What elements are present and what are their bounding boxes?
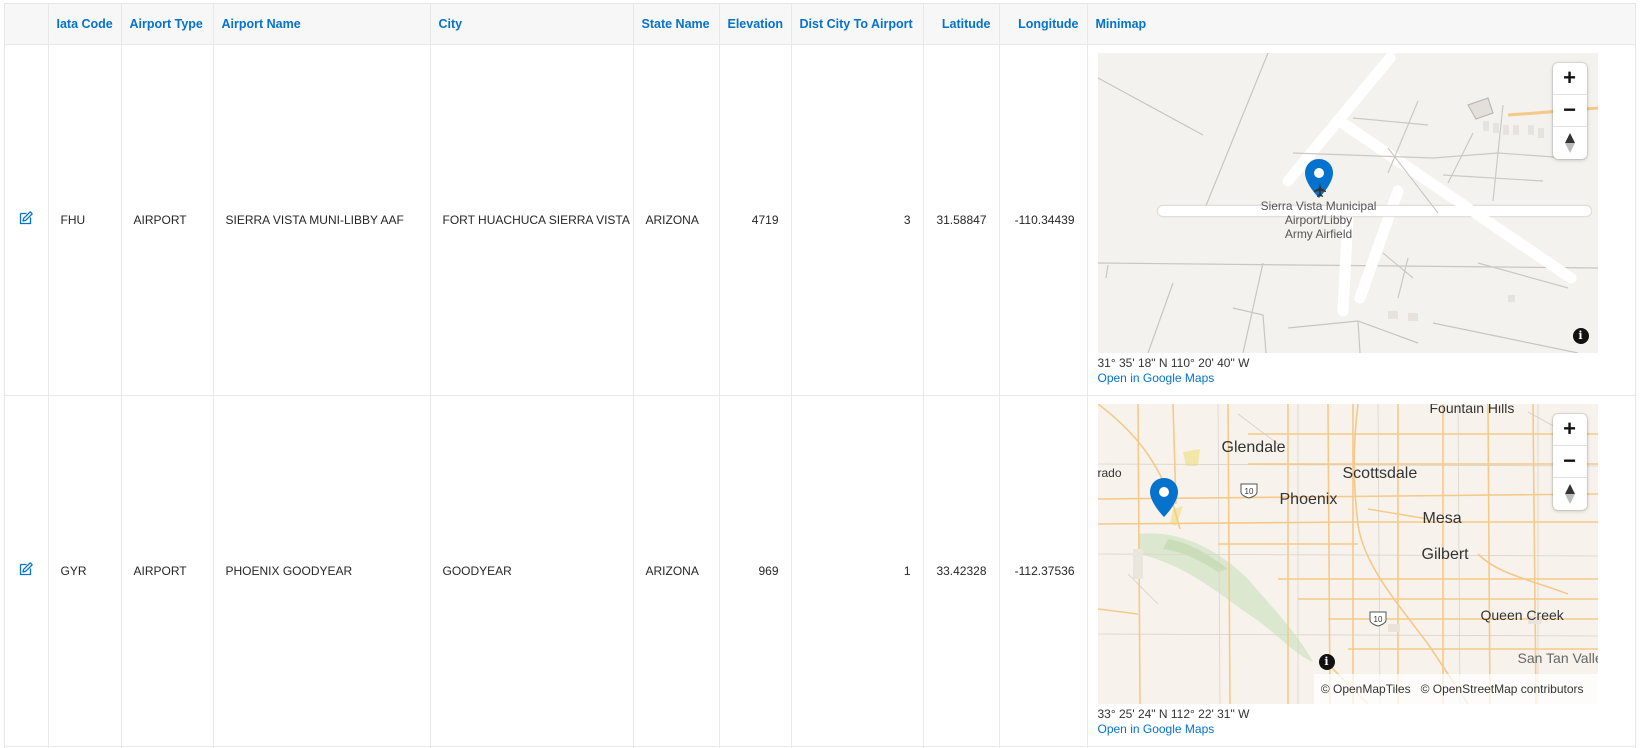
cell-state-name: ARIZONA bbox=[633, 395, 720, 747]
cell-city: FORT HUACHUCA SIERRA VISTA bbox=[430, 44, 634, 396]
header-row: Iata Code Airport Type Airport Name City… bbox=[5, 4, 1635, 45]
edit-cell bbox=[5, 395, 49, 747]
cell-elevation: 969 bbox=[719, 395, 792, 747]
cell-iata-code: FHU bbox=[48, 44, 122, 396]
airports-table: Iata Code Airport Type Airport Name City… bbox=[5, 4, 1635, 748]
svg-text:10: 10 bbox=[1244, 487, 1253, 496]
header-iata-code[interactable]: Iata Code bbox=[48, 4, 122, 45]
zoom-out-button[interactable]: − bbox=[1552, 446, 1587, 478]
map-place-phoenix: Phoenix bbox=[1279, 490, 1338, 508]
map-place-label-line: Army Airfield bbox=[1284, 226, 1353, 241]
header-minimap[interactable]: Minimap bbox=[1087, 4, 1635, 45]
map-coordinates: 31° 35' 18" N 110° 20' 40" W bbox=[1097, 355, 1250, 370]
cell-iata-code: GYR bbox=[48, 395, 122, 747]
map-place-label-line: Sierra Vista Municipal bbox=[1260, 198, 1377, 213]
info-icon[interactable]: i bbox=[1572, 327, 1589, 344]
minimap[interactable]: Fountain Hills Glendale rado Scottsdale … bbox=[1097, 403, 1598, 704]
open-in-google-maps-link[interactable]: Open in Google Maps bbox=[1098, 371, 1627, 387]
cell-airport-name: SIERRA VISTA MUNI-LIBBY AAF bbox=[213, 44, 431, 396]
compass-button[interactable] bbox=[1553, 127, 1587, 159]
map-place-mesa: Mesa bbox=[1422, 509, 1462, 527]
cell-latitude: 33.42328 bbox=[923, 395, 1000, 747]
map-marker-icon[interactable] bbox=[1149, 477, 1179, 519]
edit-icon[interactable] bbox=[18, 561, 34, 577]
header-dist-city-to-airport[interactable]: Dist City To Airport bbox=[791, 4, 924, 45]
map-place-rado: rado bbox=[1097, 465, 1122, 480]
map-place-label: Sierra Vista Municipal Airport/Libby Arm… bbox=[1258, 199, 1380, 241]
zoom-in-button[interactable]: + bbox=[1552, 63, 1587, 95]
cell-minimap: Fountain Hills Glendale rado Scottsdale … bbox=[1087, 395, 1635, 747]
header-airport-name[interactable]: Airport Name bbox=[213, 4, 431, 45]
header-city[interactable]: City bbox=[430, 4, 634, 45]
map-coordinates: 33° 25' 24" N 112° 22' 31" W bbox=[1097, 706, 1250, 721]
info-icon[interactable]: i bbox=[1318, 653, 1335, 670]
zoom-out-button[interactable]: − bbox=[1552, 95, 1587, 127]
attribution-openstreetmap[interactable]: © OpenStreetMap contributors bbox=[1421, 682, 1584, 696]
map-place-label-line: Airport/Libby bbox=[1284, 212, 1353, 227]
zoom-controls: + − bbox=[1552, 62, 1587, 159]
cell-city: GOODYEAR bbox=[430, 395, 634, 747]
compass-button[interactable] bbox=[1553, 478, 1587, 510]
zoom-controls: + − bbox=[1552, 413, 1587, 510]
map-place-glendale: Glendale bbox=[1221, 438, 1286, 456]
cell-longitude: -110.34439 bbox=[999, 44, 1088, 396]
map-attribution: © OpenMapTiles © OpenStreetMap contribut… bbox=[1313, 673, 1598, 704]
header-longitude[interactable]: Longitude bbox=[999, 4, 1088, 45]
svg-text:10: 10 bbox=[1373, 615, 1382, 624]
header-latitude[interactable]: Latitude bbox=[923, 4, 1000, 45]
compass-icon bbox=[1564, 483, 1575, 504]
table-row: GYR AIRPORT PHOENIX GOODYEAR GOODYEAR AR… bbox=[5, 395, 1635, 747]
map-place-queen-creek: Queen Creek bbox=[1480, 606, 1564, 623]
cell-airport-type: AIRPORT bbox=[121, 395, 214, 747]
header-state-name[interactable]: State Name bbox=[633, 4, 720, 45]
header-airport-type[interactable]: Airport Type bbox=[121, 4, 214, 45]
header-edit bbox=[5, 4, 49, 45]
cell-longitude: -112.37536 bbox=[999, 395, 1088, 747]
cell-dist-city-to-airport: 1 bbox=[791, 395, 924, 747]
table-row: FHU AIRPORT SIERRA VISTA MUNI-LIBBY AAF … bbox=[5, 44, 1635, 396]
airplane-icon bbox=[1313, 182, 1326, 197]
minimap[interactable]: Sierra Vista Municipal Airport/Libby Arm… bbox=[1097, 52, 1598, 353]
interstate-shield-icon: 10 bbox=[1369, 611, 1386, 627]
cell-minimap: Sierra Vista Municipal Airport/Libby Arm… bbox=[1087, 44, 1635, 396]
map-place-scottsdale: Scottsdale bbox=[1342, 464, 1418, 482]
cell-latitude: 31.58847 bbox=[923, 44, 1000, 396]
data-grid: Iata Code Airport Type Airport Name City… bbox=[4, 3, 1636, 748]
interstate-shield-icon: 10 bbox=[1240, 483, 1257, 499]
compass-icon bbox=[1564, 132, 1575, 153]
map-place-gilbert: Gilbert bbox=[1421, 545, 1469, 563]
map-place-fountain-hills: Fountain Hills bbox=[1429, 403, 1515, 416]
cell-airport-type: AIRPORT bbox=[121, 44, 214, 396]
map-place-san-tan-valley: San Tan Valle bbox=[1517, 649, 1598, 666]
zoom-in-button[interactable]: + bbox=[1552, 414, 1587, 446]
cell-state-name: ARIZONA bbox=[633, 44, 720, 396]
cell-elevation: 4719 bbox=[719, 44, 792, 396]
attribution-openmaptiles[interactable]: © OpenMapTiles bbox=[1321, 682, 1411, 696]
header-elevation[interactable]: Elevation bbox=[719, 4, 792, 45]
edit-icon[interactable] bbox=[18, 210, 34, 226]
cell-airport-name: PHOENIX GOODYEAR bbox=[213, 395, 431, 747]
cell-dist-city-to-airport: 3 bbox=[791, 44, 924, 396]
edit-cell bbox=[5, 44, 49, 396]
open-in-google-maps-link[interactable]: Open in Google Maps bbox=[1098, 722, 1627, 738]
